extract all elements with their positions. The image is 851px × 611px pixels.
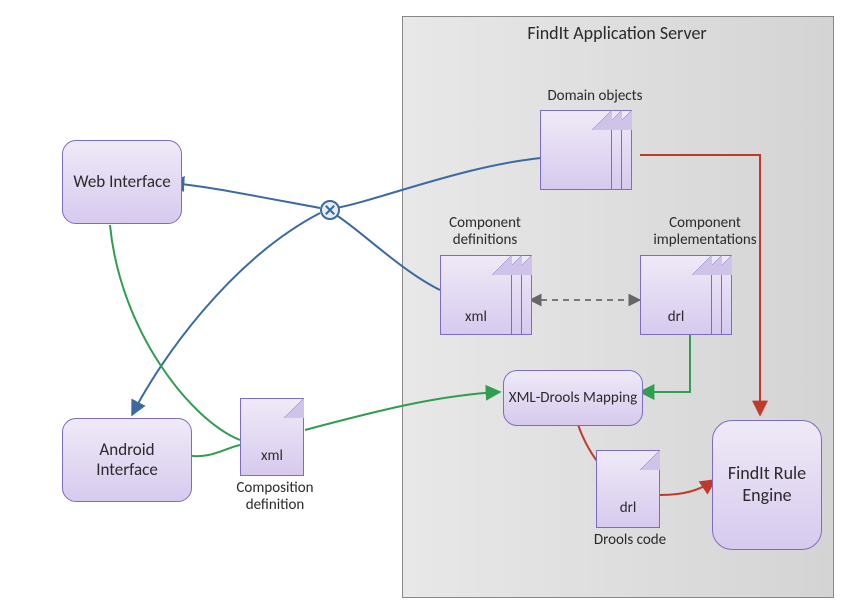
caption-composition-definition: Composition definition <box>210 480 340 515</box>
caption-domain-objects: Domain objects <box>520 88 670 105</box>
doc-composition-definition: xml <box>240 398 304 476</box>
merge-junction-icon <box>320 200 340 220</box>
doc-text: drl <box>597 499 659 517</box>
doc-text: xml <box>441 308 511 326</box>
docstack-component-definitions: xml <box>440 255 540 355</box>
caption-component-implementations: Component implementations <box>625 215 785 250</box>
caption-component-definitions: Component definitions <box>420 215 550 250</box>
doc-text: drl <box>641 308 711 326</box>
doc-text: xml <box>241 447 303 465</box>
node-android-interface: Android Interface <box>62 418 192 502</box>
server-title: FindIt Application Server <box>402 22 832 44</box>
caption-drools-code: Drools code <box>570 532 690 549</box>
folded-corner-icon <box>640 450 660 470</box>
node-web-interface: Web Interface <box>62 140 182 224</box>
node-xml-drools-mapping: XML-Drools Mapping <box>503 370 643 426</box>
diagram-canvas: { "server_title": "FindIt Application Se… <box>0 0 851 611</box>
docstack-component-implementations: drl <box>640 255 740 355</box>
folded-corner-icon <box>284 398 304 418</box>
docstack-domain-objects <box>540 110 640 210</box>
doc-drools-code: drl <box>596 450 660 528</box>
node-findit-rule-engine: FindIt Rule Engine <box>712 420 822 550</box>
